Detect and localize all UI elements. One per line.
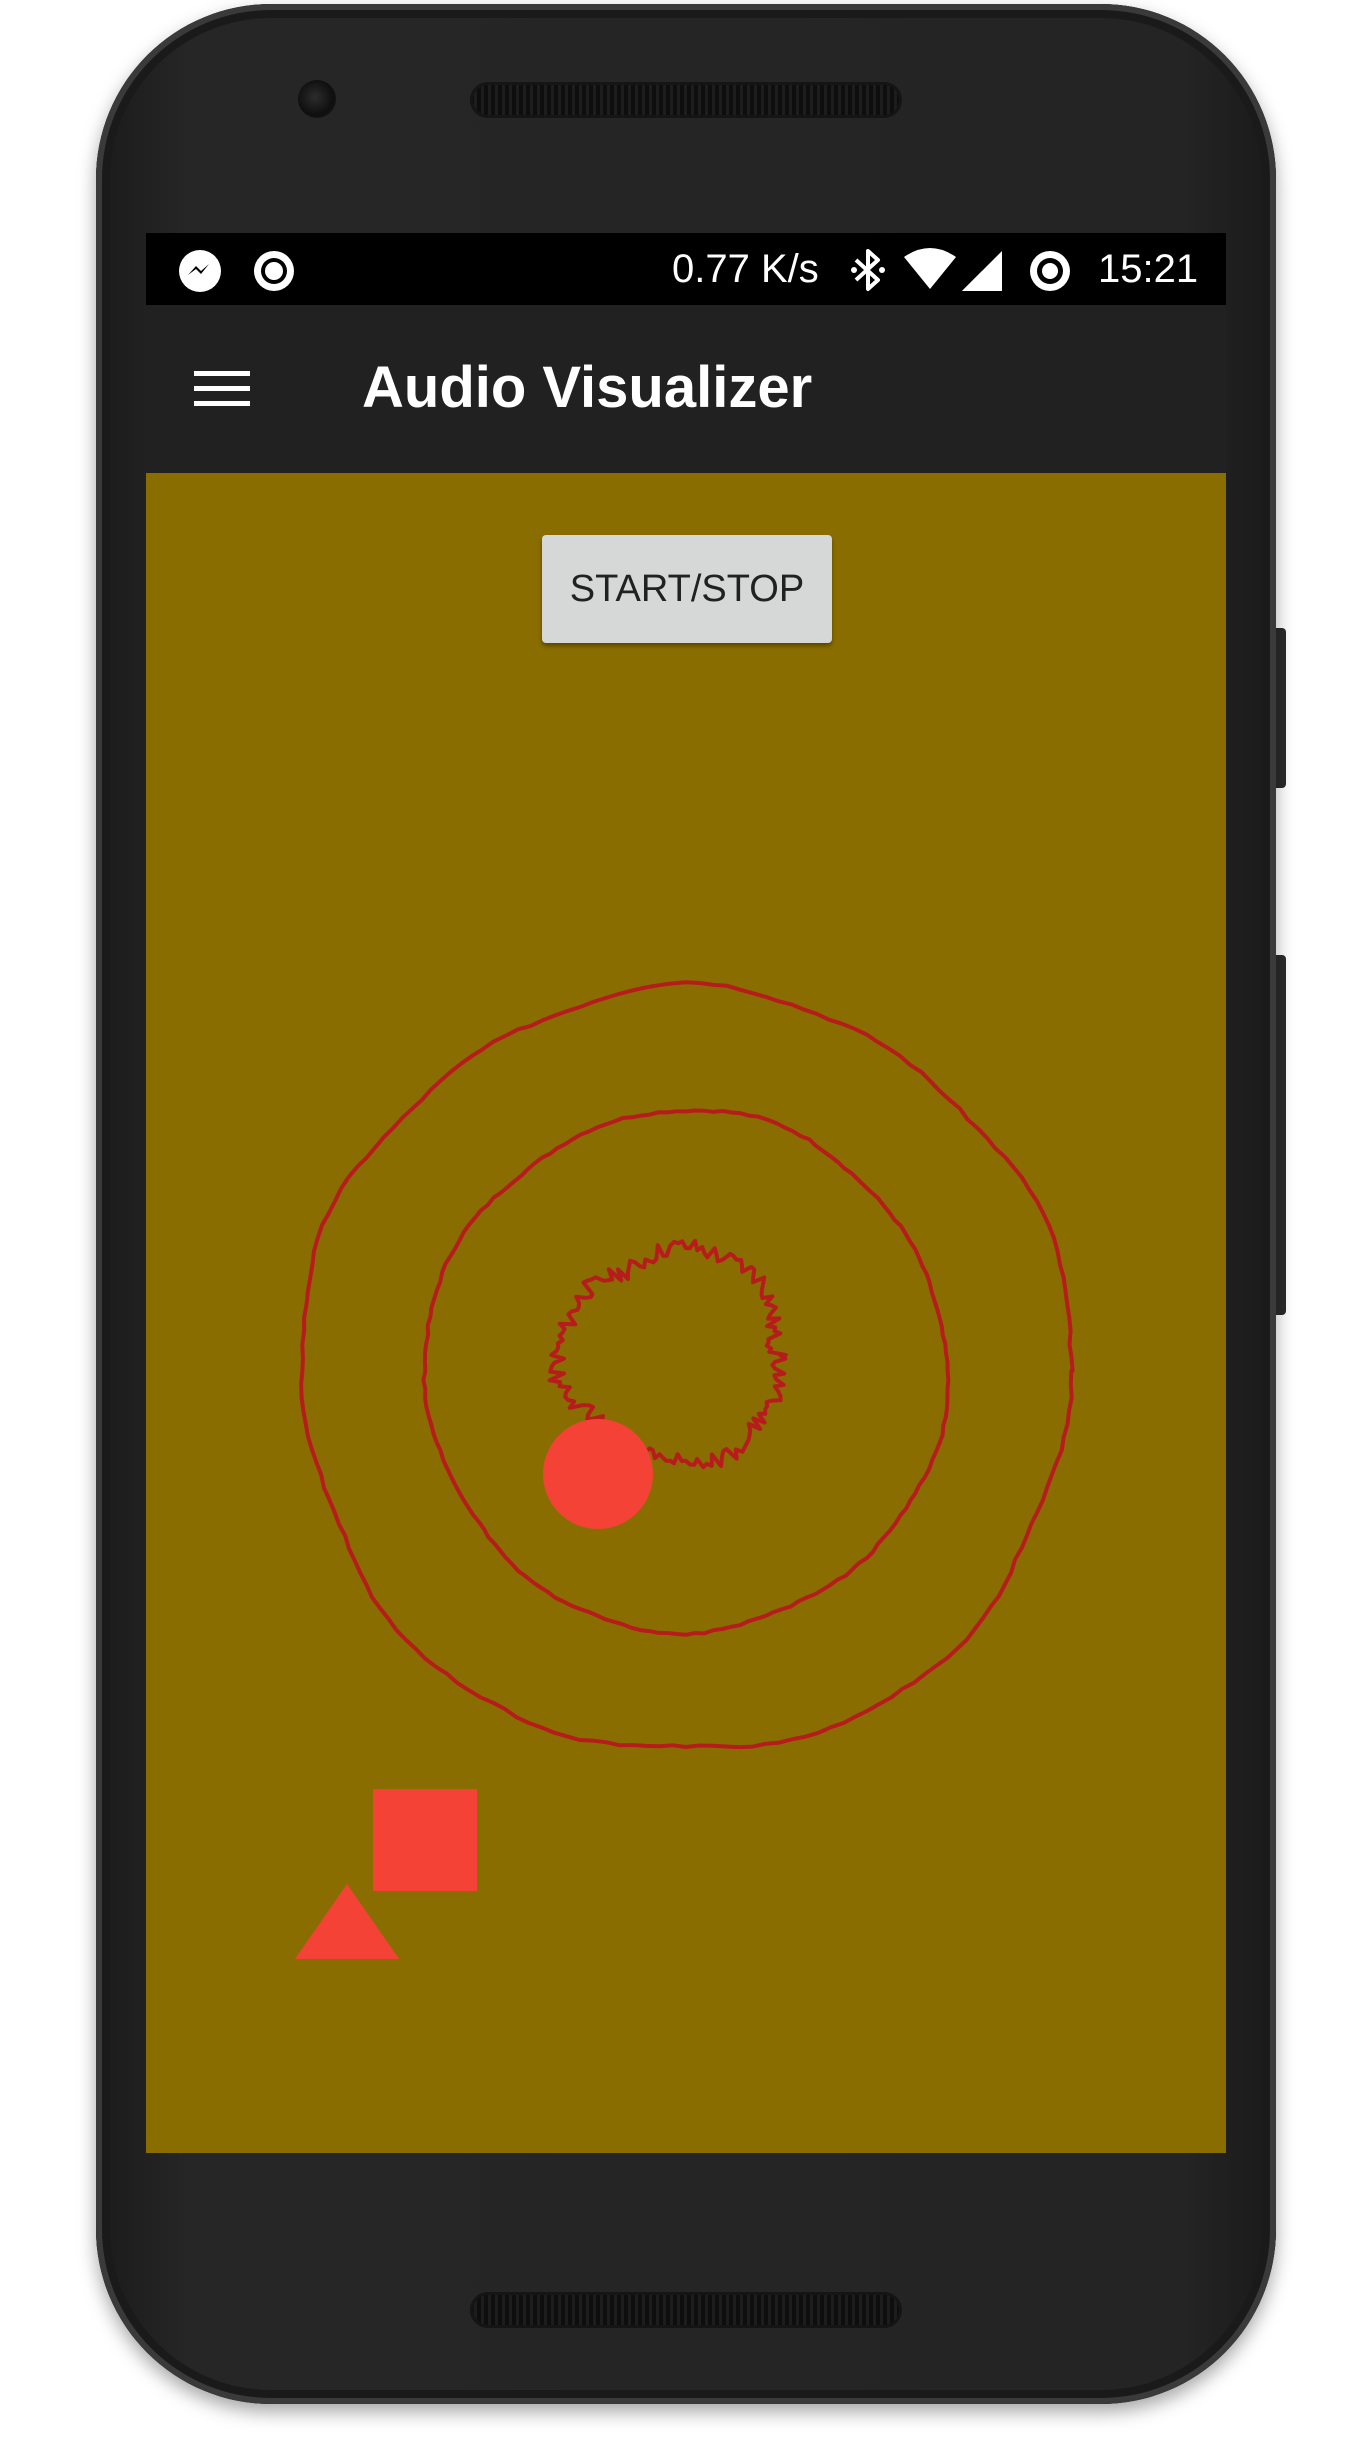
front-camera-icon bbox=[298, 80, 336, 118]
page-title: Audio Visualizer bbox=[362, 355, 813, 420]
bluetooth-icon bbox=[848, 245, 888, 300]
outer-waveform-ring bbox=[299, 980, 1075, 1750]
status-bar: 0.77 K/s 15:21 bbox=[146, 233, 1226, 305]
clock: 15:21 bbox=[1098, 247, 1199, 291]
hamburger-menu-icon[interactable] bbox=[192, 359, 252, 419]
data-saver-icon bbox=[1026, 247, 1074, 300]
start-stop-button[interactable]: START/STOP bbox=[542, 535, 832, 643]
app-toolbar: Audio Visualizer bbox=[146, 305, 1226, 473]
record-icon bbox=[250, 247, 298, 300]
messenger-icon bbox=[176, 247, 224, 300]
network-speed: 0.77 K/s bbox=[672, 247, 819, 291]
signal-icon bbox=[960, 245, 1004, 298]
device-mockup: 0.77 K/s 15:21 Audio Visualizer START/ST… bbox=[0, 0, 1370, 2446]
square-shape bbox=[373, 1789, 477, 1891]
audio-visualizer-canvas bbox=[295, 980, 1075, 1959]
earpiece-speaker bbox=[470, 82, 902, 118]
bottom-speaker bbox=[470, 2292, 902, 2328]
wifi-icon bbox=[902, 245, 958, 298]
triangle-shape bbox=[295, 1884, 399, 1959]
circle-shape bbox=[543, 1419, 653, 1529]
app-screen: 0.77 K/s 15:21 Audio Visualizer START/ST… bbox=[146, 233, 1226, 2153]
middle-waveform-ring bbox=[421, 1108, 951, 1637]
